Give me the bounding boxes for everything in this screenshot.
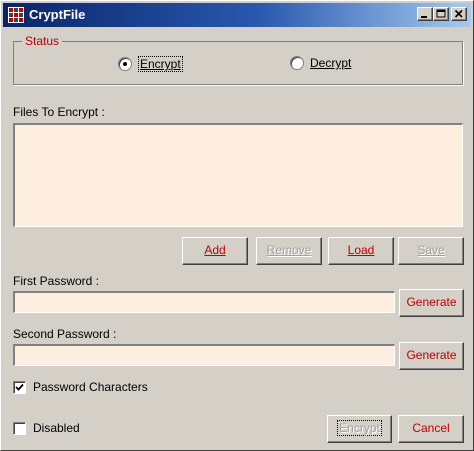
maximize-icon [436, 9, 446, 18]
generate-second-label: Generate [406, 348, 457, 362]
app-icon [8, 7, 24, 23]
status-legend: Status [22, 34, 63, 48]
save-button[interactable]: Save [398, 237, 464, 265]
load-button-label: Load [347, 243, 375, 257]
save-button-label: Save [417, 243, 445, 257]
first-password-input[interactable] [13, 291, 395, 313]
generate-first-button[interactable]: Generate [399, 289, 464, 317]
checkbox-unchecked-icon [13, 421, 26, 435]
files-list[interactable] [13, 123, 463, 227]
radio-checked-icon [118, 57, 132, 71]
close-icon [454, 9, 463, 18]
disabled-checkbox[interactable]: Disabled [13, 421, 80, 435]
add-button[interactable]: Add [182, 237, 248, 265]
load-button[interactable]: Load [328, 237, 394, 265]
checkbox-checked-icon [13, 380, 26, 394]
radio-encrypt-text: Encrypt [140, 57, 181, 71]
add-button-label: Add [204, 243, 226, 257]
encrypt-button-label: Encrypt [339, 421, 380, 435]
disabled-label: Disabled [33, 421, 80, 435]
radio-encrypt[interactable]: Encrypt [118, 56, 183, 72]
password-characters-label: Password Characters [33, 380, 148, 394]
remove-button-label: Remove [266, 243, 312, 257]
generate-second-button[interactable]: Generate [399, 342, 464, 370]
cancel-button-label: Cancel [412, 421, 450, 435]
generate-first-label: Generate [406, 295, 457, 309]
files-label: Files To Encrypt : [13, 105, 105, 119]
radio-decrypt[interactable]: Decrypt [290, 56, 351, 70]
radio-decrypt-label: Decrypt [310, 56, 352, 70]
minimize-icon [421, 16, 427, 18]
radio-encrypt-label: Encrypt [138, 56, 183, 72]
title-bar[interactable]: CryptFile [3, 3, 471, 27]
check-mark-icon [15, 383, 24, 391]
first-password-label: First Password : [13, 274, 100, 288]
radio-dot-icon [123, 62, 127, 66]
second-password-input[interactable] [13, 344, 395, 366]
encrypt-button-focus: Encrypt [337, 420, 382, 436]
radio-unchecked-icon [290, 56, 304, 70]
window-title: CryptFile [29, 7, 86, 22]
app-window: CryptFile Status Encrypt Decrypt Files T… [0, 0, 474, 451]
minimize-button[interactable] [417, 7, 433, 21]
cancel-button[interactable]: Cancel [398, 415, 464, 443]
password-characters-checkbox[interactable]: Password Characters [13, 380, 148, 394]
second-password-label: Second Password : [13, 327, 117, 341]
close-button[interactable] [451, 7, 467, 21]
encrypt-button[interactable]: Encrypt [327, 415, 392, 443]
status-group: Status Encrypt Decrypt [13, 34, 463, 85]
remove-button[interactable]: Remove [256, 237, 322, 265]
maximize-button[interactable] [433, 7, 449, 21]
